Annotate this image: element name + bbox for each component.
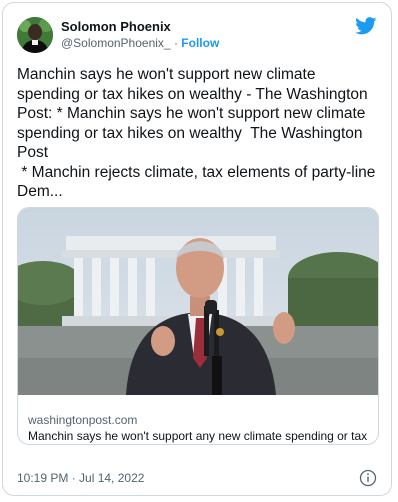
author-display-name[interactable]: Solomon Phoenix	[61, 19, 219, 35]
author-block: Solomon Phoenix @SolomonPhoenix_ · Follo…	[61, 19, 219, 51]
link-preview-card[interactable]: washingtonpost.com Manchin says he won't…	[17, 207, 379, 445]
tweet-text: Manchin says he won't support new climat…	[17, 66, 376, 200]
tweet-timestamp[interactable]: 10:19 PM · Jul 14, 2022	[17, 471, 144, 485]
author-handle[interactable]: @SolomonPhoenix_	[61, 36, 171, 50]
tweet-embed-card: Solomon Phoenix @SolomonPhoenix_ · Follo…	[2, 2, 392, 496]
tweet-header: Solomon Phoenix @SolomonPhoenix_ · Follo…	[17, 17, 377, 57]
article-photo	[18, 208, 378, 395]
twitter-bird-icon[interactable]	[355, 17, 377, 35]
link-headline: Manchin says he won't support any new cl…	[28, 429, 368, 443]
follow-button[interactable]: Follow	[181, 36, 219, 50]
tweet-footer: 10:19 PM · Jul 14, 2022	[17, 469, 377, 489]
author-subline: @SolomonPhoenix_ · Follow	[61, 35, 219, 51]
link-domain: washingtonpost.com	[28, 413, 138, 427]
avatar[interactable]	[17, 17, 53, 53]
separator-dot: ·	[173, 36, 178, 50]
info-icon[interactable]	[359, 469, 377, 487]
